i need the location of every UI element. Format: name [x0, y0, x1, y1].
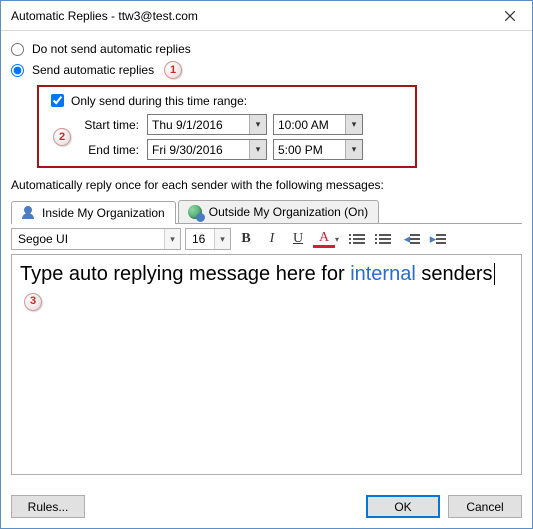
instruction-text: Automatically reply once for each sender… — [11, 178, 522, 192]
radio-send-label: Send automatic replies — [32, 63, 154, 77]
chevron-down-icon: ▾ — [345, 115, 362, 134]
tab-inside-organization[interactable]: Inside My Organization — [11, 201, 176, 224]
decrease-indent-icon: ◂ — [402, 229, 422, 249]
start-date-value: Thu 9/1/2016 — [148, 118, 249, 132]
chevron-down-icon: ▾ — [249, 140, 266, 159]
start-date-combo[interactable]: Thu 9/1/2016 ▾ — [147, 114, 267, 135]
close-button[interactable] — [487, 1, 532, 31]
dialog-footer: Rules... OK Cancel — [1, 485, 532, 528]
bold-button[interactable]: B — [235, 228, 257, 250]
start-time-combo[interactable]: 10:00 AM ▾ — [273, 114, 363, 135]
chevron-down-icon: ▾ — [214, 229, 230, 249]
time-range-grid: 2 Start time: Thu 9/1/2016 ▾ 10:00 AM ▾ … — [47, 114, 407, 160]
tab-outside-label: Outside My Organization (On) — [209, 205, 368, 219]
text-cursor — [494, 263, 495, 285]
time-range-checkbox-label: Only send during this time range: — [71, 94, 247, 108]
radio-send[interactable]: Send automatic replies 1 — [11, 61, 522, 79]
time-range-box: Only send during this time range: 2 Star… — [37, 85, 417, 168]
start-time-label: Start time: — [71, 118, 141, 132]
font-color-dropdown[interactable]: ▾ — [335, 235, 345, 244]
format-toolbar: Segoe UI ▾ 16 ▾ B I U A ▾ ◂ ▸ — [11, 224, 522, 254]
font-size-value: 16 — [186, 232, 214, 246]
italic-button[interactable]: I — [261, 228, 283, 250]
message-editor[interactable]: Type auto replying message here for inte… — [11, 254, 522, 475]
ok-button[interactable]: OK — [366, 495, 440, 518]
font-name-combo[interactable]: Segoe UI ▾ — [11, 228, 181, 250]
end-time-value: 5:00 PM — [274, 143, 345, 157]
chevron-down-icon: ▾ — [249, 115, 266, 134]
radio-do-not-send-input[interactable] — [11, 43, 24, 56]
bullet-list-button[interactable] — [349, 228, 371, 250]
radio-do-not-send[interactable]: Do not send automatic replies — [11, 42, 522, 56]
font-size-combo[interactable]: 16 ▾ — [185, 228, 231, 250]
close-icon — [505, 11, 515, 21]
dialog-content: Do not send automatic replies Send autom… — [1, 31, 532, 485]
callout-1: 1 — [164, 61, 182, 79]
tab-inside-label: Inside My Organization — [42, 206, 165, 220]
font-name-value: Segoe UI — [12, 232, 164, 246]
titlebar: Automatic Replies - ttw3@test.com — [1, 1, 532, 31]
chevron-down-icon: ▾ — [164, 229, 180, 249]
automatic-replies-dialog: Automatic Replies - ttw3@test.com Do not… — [0, 0, 533, 529]
person-icon — [18, 205, 38, 221]
font-color-button[interactable]: A — [313, 230, 335, 248]
window-title: Automatic Replies - ttw3@test.com — [11, 9, 487, 23]
underline-button[interactable]: U — [287, 228, 309, 250]
increase-indent-button[interactable]: ▸ — [427, 228, 449, 250]
chevron-down-icon: ▾ — [345, 140, 362, 159]
time-range-checkbox[interactable] — [51, 94, 64, 107]
callout-2: 2 — [53, 128, 71, 146]
numbered-list-button[interactable] — [375, 228, 397, 250]
editor-link-word: internal — [350, 263, 416, 285]
radio-send-input[interactable] — [11, 64, 24, 77]
decrease-indent-button[interactable]: ◂ — [401, 228, 423, 250]
end-time-label: End time: — [71, 143, 141, 157]
callout-3: 3 — [24, 293, 42, 311]
start-time-value: 10:00 AM — [274, 118, 345, 132]
tab-strip: Inside My Organization Outside My Organi… — [11, 198, 522, 224]
rules-button[interactable]: Rules... — [11, 495, 85, 518]
time-range-checkbox-row[interactable]: Only send during this time range: — [47, 91, 407, 110]
radio-do-not-send-label: Do not send automatic replies — [32, 42, 191, 56]
bullet-list-icon — [350, 229, 370, 249]
editor-text-1: Type auto replying message here for — [20, 263, 350, 285]
tab-outside-organization[interactable]: Outside My Organization (On) — [178, 200, 379, 223]
editor-text-2: senders — [416, 263, 493, 285]
end-date-combo[interactable]: Fri 9/30/2016 ▾ — [147, 139, 267, 160]
increase-indent-icon: ▸ — [428, 229, 448, 249]
numbered-list-icon — [376, 229, 396, 249]
end-time-combo[interactable]: 5:00 PM ▾ — [273, 139, 363, 160]
globe-icon — [185, 204, 205, 220]
end-date-value: Fri 9/30/2016 — [148, 143, 249, 157]
cancel-button[interactable]: Cancel — [448, 495, 522, 518]
